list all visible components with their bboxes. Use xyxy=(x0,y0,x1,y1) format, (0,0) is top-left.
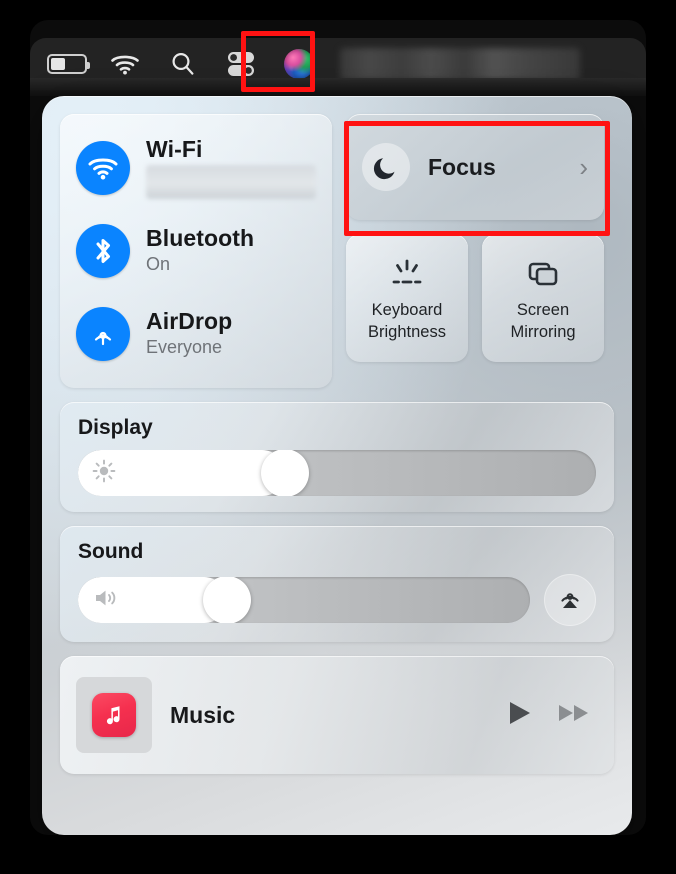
connectivity-status-airdrop: Everyone xyxy=(146,337,223,358)
connectivity-status-bluetooth: On xyxy=(146,254,171,275)
siri-icon xyxy=(284,49,314,79)
screen-mirroring-tile[interactable]: Screen Mirroring xyxy=(482,234,604,362)
bluetooth-icon xyxy=(76,224,130,278)
screen-mirroring-icon xyxy=(523,253,563,293)
screen-mirroring-label-line1: Screen xyxy=(516,301,570,320)
connectivity-network-name-redacted xyxy=(146,165,316,200)
display-slider[interactable] xyxy=(78,450,596,496)
connectivity-item-wifi[interactable]: Wi-Fi xyxy=(76,132,316,204)
display-slider-row xyxy=(78,450,596,496)
airplay-audio-icon xyxy=(555,583,585,618)
music-app-name: Music xyxy=(170,701,236,728)
volume-icon xyxy=(92,586,120,615)
connectivity-title-bluetooth: Bluetooth xyxy=(146,225,255,252)
display-slider-knob[interactable] xyxy=(261,450,310,496)
focus-tile-label: Focus xyxy=(428,153,496,180)
control-center-icon xyxy=(224,47,258,81)
chevron-right-icon: › xyxy=(579,152,588,182)
keyboard-brightness-icon xyxy=(387,253,427,293)
display-title: Display xyxy=(78,416,153,439)
battery-level-fill xyxy=(51,58,65,70)
wifi-icon xyxy=(76,141,130,195)
connectivity-item-airdrop[interactable]: AirDrop Everyone xyxy=(76,298,316,370)
airplay-audio-button[interactable] xyxy=(544,574,596,626)
control-center-panel: Wi-Fi Bluetooth On AirDrop Everyone Focu… xyxy=(42,96,632,835)
control-center-right-column: Focus › Keyboard Brightness Screen Mirro… xyxy=(346,114,604,388)
menubar-clock-redacted[interactable] xyxy=(340,48,580,80)
connectivity-text-wifi: Wi-Fi xyxy=(146,135,316,200)
quick-tiles-row: Keyboard Brightness Screen Mirroring xyxy=(346,234,604,362)
sound-slider-knob[interactable] xyxy=(203,577,252,623)
fast-forward-icon[interactable] xyxy=(556,698,592,733)
connectivity-title-airdrop: AirDrop xyxy=(146,308,233,335)
connectivity-text-airdrop: AirDrop Everyone xyxy=(146,309,232,358)
search-icon xyxy=(169,50,197,78)
media-controls xyxy=(504,698,592,733)
keyboard-brightness-label-line2: Brightness xyxy=(368,323,446,341)
keyboard-brightness-label-line1: Keyboard xyxy=(371,301,443,320)
music-artwork-placeholder xyxy=(76,677,152,753)
sound-slider[interactable] xyxy=(78,577,530,623)
music-module[interactable]: Music xyxy=(60,656,614,774)
moon-icon xyxy=(362,143,410,191)
display-module: Display xyxy=(60,402,614,512)
connectivity-module: Wi-Fi Bluetooth On AirDrop Everyone xyxy=(60,114,332,388)
connectivity-text-bluetooth: Bluetooth On xyxy=(146,226,254,275)
connectivity-title-wifi: Wi-Fi xyxy=(146,135,203,162)
screen-mirroring-label-line2: Mirroring xyxy=(510,323,576,341)
connectivity-item-bluetooth[interactable]: Bluetooth On xyxy=(76,215,316,287)
screenshot-root: Wi-Fi Bluetooth On AirDrop Everyone Focu… xyxy=(0,0,676,874)
keyboard-brightness-tile[interactable]: Keyboard Brightness xyxy=(346,234,468,362)
apple-music-icon xyxy=(92,693,136,737)
focus-tile[interactable]: Focus › xyxy=(346,114,604,220)
desktop-wallpaper-strip xyxy=(30,78,646,96)
play-icon[interactable] xyxy=(504,698,534,733)
battery-icon xyxy=(47,54,90,74)
sound-module: Sound xyxy=(60,526,614,642)
display-slider-fill xyxy=(78,450,286,496)
sound-slider-row xyxy=(78,574,596,626)
brightness-icon xyxy=(92,459,116,488)
airdrop-icon xyxy=(76,307,130,361)
control-center-top-row: Wi-Fi Bluetooth On AirDrop Everyone Focu… xyxy=(60,114,614,388)
sound-title: Sound xyxy=(78,540,144,563)
wifi-icon xyxy=(110,52,140,76)
